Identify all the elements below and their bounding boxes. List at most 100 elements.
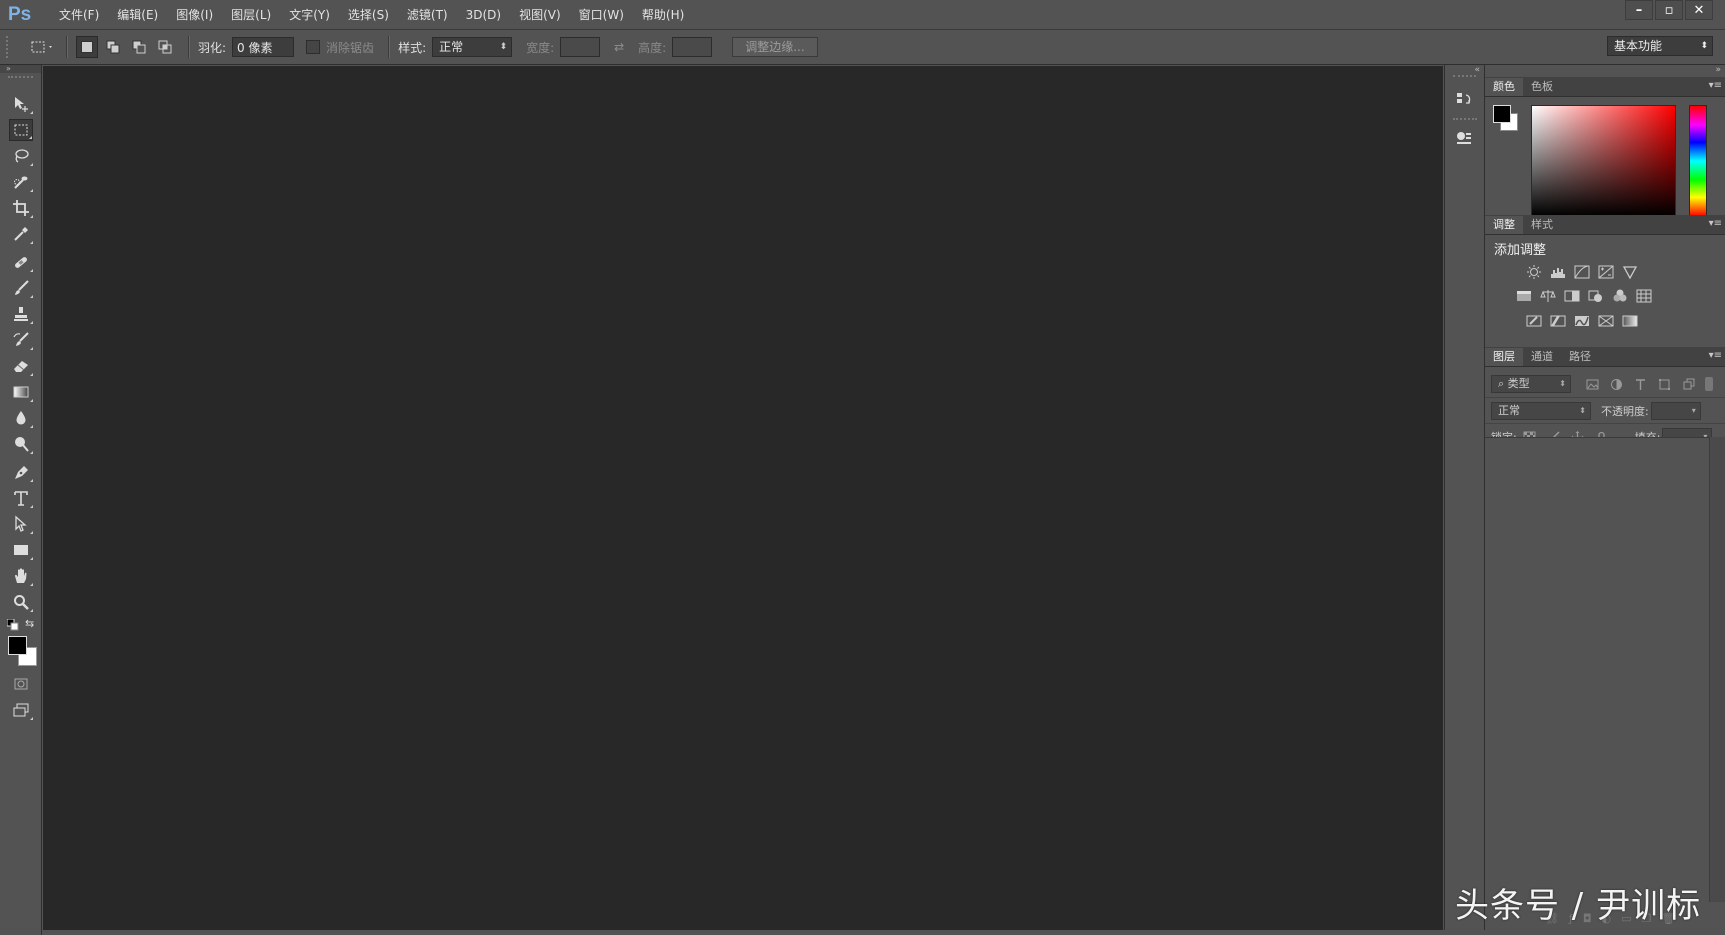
gradient-map-icon[interactable] [1621,312,1639,330]
threshold-icon[interactable] [1573,312,1591,330]
filter-toggle-switch[interactable] [1705,377,1713,391]
width-input[interactable] [560,37,601,57]
rectangular-marquee-tool[interactable] [9,119,33,141]
tab-styles[interactable]: 样式 [1523,216,1561,234]
zoom-tool[interactable] [9,591,33,613]
tab-swatches[interactable]: 色板 [1523,78,1561,96]
menu-view[interactable]: 视图(V) [510,0,570,30]
menu-filter[interactable]: 滤镜(T) [398,0,457,30]
brush-tool[interactable] [9,277,33,299]
hand-tool[interactable] [9,565,33,587]
refine-edge-button[interactable]: 调整边缘... [732,37,818,57]
curves-icon[interactable] [1573,263,1591,281]
height-input[interactable] [672,37,713,57]
swap-dimensions-icon[interactable]: ⇄ [610,40,628,54]
swap-colors-icon[interactable]: ⇆ [25,617,37,630]
blend-mode-select[interactable]: 正常 ⬍ [1491,402,1591,420]
new-selection-button[interactable] [76,36,98,58]
tools-panel-grip[interactable] [8,76,33,81]
posterize-icon[interactable] [1549,312,1567,330]
layers-scrollbar[interactable] [1709,437,1725,902]
panel-menu-icon[interactable]: ▾≡ [1709,80,1722,91]
style-select[interactable]: 正常 ⬍ [432,37,513,57]
options-bar-grip[interactable] [6,36,14,58]
panel-menu-icon[interactable]: ▾≡ [1709,350,1722,361]
menu-window[interactable]: 窗口(W) [570,0,633,30]
panel-menu-icon[interactable]: ▾≡ [1709,218,1722,229]
properties-panel-button[interactable] [1451,125,1477,151]
dock-grip[interactable] [1453,118,1477,123]
document-canvas-area[interactable] [43,66,1443,930]
opacity-input[interactable]: ▾ [1650,402,1701,420]
dodge-tool[interactable] [9,433,33,455]
tab-color[interactable]: 颜色 [1485,78,1523,96]
collapse-panels-icon[interactable]: » [1715,65,1721,75]
filter-smart-object-icon[interactable] [1681,377,1695,391]
history-brush-tool[interactable] [9,329,33,351]
layer-filter-select[interactable]: ⌕ 类型 ⬍ [1491,375,1571,393]
filter-shape-icon[interactable] [1657,377,1671,391]
expand-dock-icon[interactable]: « [1474,65,1480,75]
tab-channels[interactable]: 通道 [1523,348,1561,366]
maximize-button[interactable]: ▫ [1655,0,1683,20]
dock-grip[interactable] [1453,75,1476,80]
channel-mixer-icon[interactable] [1611,287,1629,305]
menu-select[interactable]: 选择(S) [339,0,398,30]
exposure-icon[interactable] [1597,263,1615,281]
workspace-switcher[interactable]: 基本功能 ⬍ [1607,36,1713,56]
feather-input[interactable]: 0 像素 [232,37,295,57]
intersect-selection-button[interactable] [154,36,176,58]
foreground-color-swatch[interactable] [8,636,27,655]
invert-icon[interactable] [1525,312,1543,330]
black-white-icon[interactable] [1563,287,1581,305]
spot-healing-brush-tool[interactable] [9,251,33,273]
tab-adjustments[interactable]: 调整 [1485,216,1523,234]
lasso-tool[interactable] [9,145,33,167]
menu-layer[interactable]: 图层(L) [222,0,280,30]
photo-filter-icon[interactable] [1587,287,1605,305]
menu-image[interactable]: 图像(I) [167,0,222,30]
tool-preset-picker[interactable] [28,36,58,58]
tab-layers[interactable]: 图层 [1485,348,1523,366]
clone-stamp-tool[interactable] [9,303,33,325]
menu-file[interactable]: 文件(F) [50,0,108,30]
path-selection-tool[interactable] [9,513,33,535]
pen-tool[interactable] [9,461,33,483]
filter-adjustment-icon[interactable] [1609,377,1623,391]
eraser-tool[interactable] [9,355,33,377]
quick-mask-button[interactable] [9,673,33,695]
color-balance-icon[interactable] [1539,287,1557,305]
close-button[interactable]: ✕ [1685,0,1713,20]
color-lookup-icon[interactable] [1635,287,1653,305]
tools-panel-collapse[interactable]: » [0,65,41,73]
menu-edit[interactable]: 编辑(E) [108,0,167,30]
vibrance-icon[interactable] [1621,263,1639,281]
subtract-from-selection-button[interactable] [128,36,150,58]
hue-slider[interactable] [1689,105,1707,217]
menu-help[interactable]: 帮助(H) [633,0,693,30]
tab-paths[interactable]: 路径 [1561,348,1599,366]
add-to-selection-button[interactable] [102,36,124,58]
history-panel-button[interactable] [1451,87,1477,113]
antialias-checkbox[interactable] [306,40,321,54]
panel-foreground-swatch[interactable] [1493,105,1511,123]
crop-tool[interactable] [9,197,33,219]
gradient-tool[interactable] [9,381,33,403]
layers-list[interactable] [1485,437,1710,903]
hue-saturation-icon[interactable] [1515,287,1533,305]
move-tool[interactable] [9,93,33,115]
levels-icon[interactable] [1549,263,1567,281]
menu-type[interactable]: 文字(Y) [280,0,339,30]
type-tool[interactable] [9,487,33,509]
menu-3d[interactable]: 3D(D) [457,0,510,30]
filter-pixel-icon[interactable] [1585,377,1599,391]
default-colors-button[interactable] [6,618,19,631]
minimize-button[interactable]: – [1625,0,1653,20]
quick-selection-tool[interactable] [9,171,33,193]
screen-mode-button[interactable] [9,699,33,721]
rectangle-tool[interactable] [9,539,33,561]
blur-tool[interactable] [9,407,33,429]
eyedropper-tool[interactable] [9,223,33,245]
filter-type-icon[interactable] [1633,377,1647,391]
color-field[interactable] [1531,105,1676,217]
